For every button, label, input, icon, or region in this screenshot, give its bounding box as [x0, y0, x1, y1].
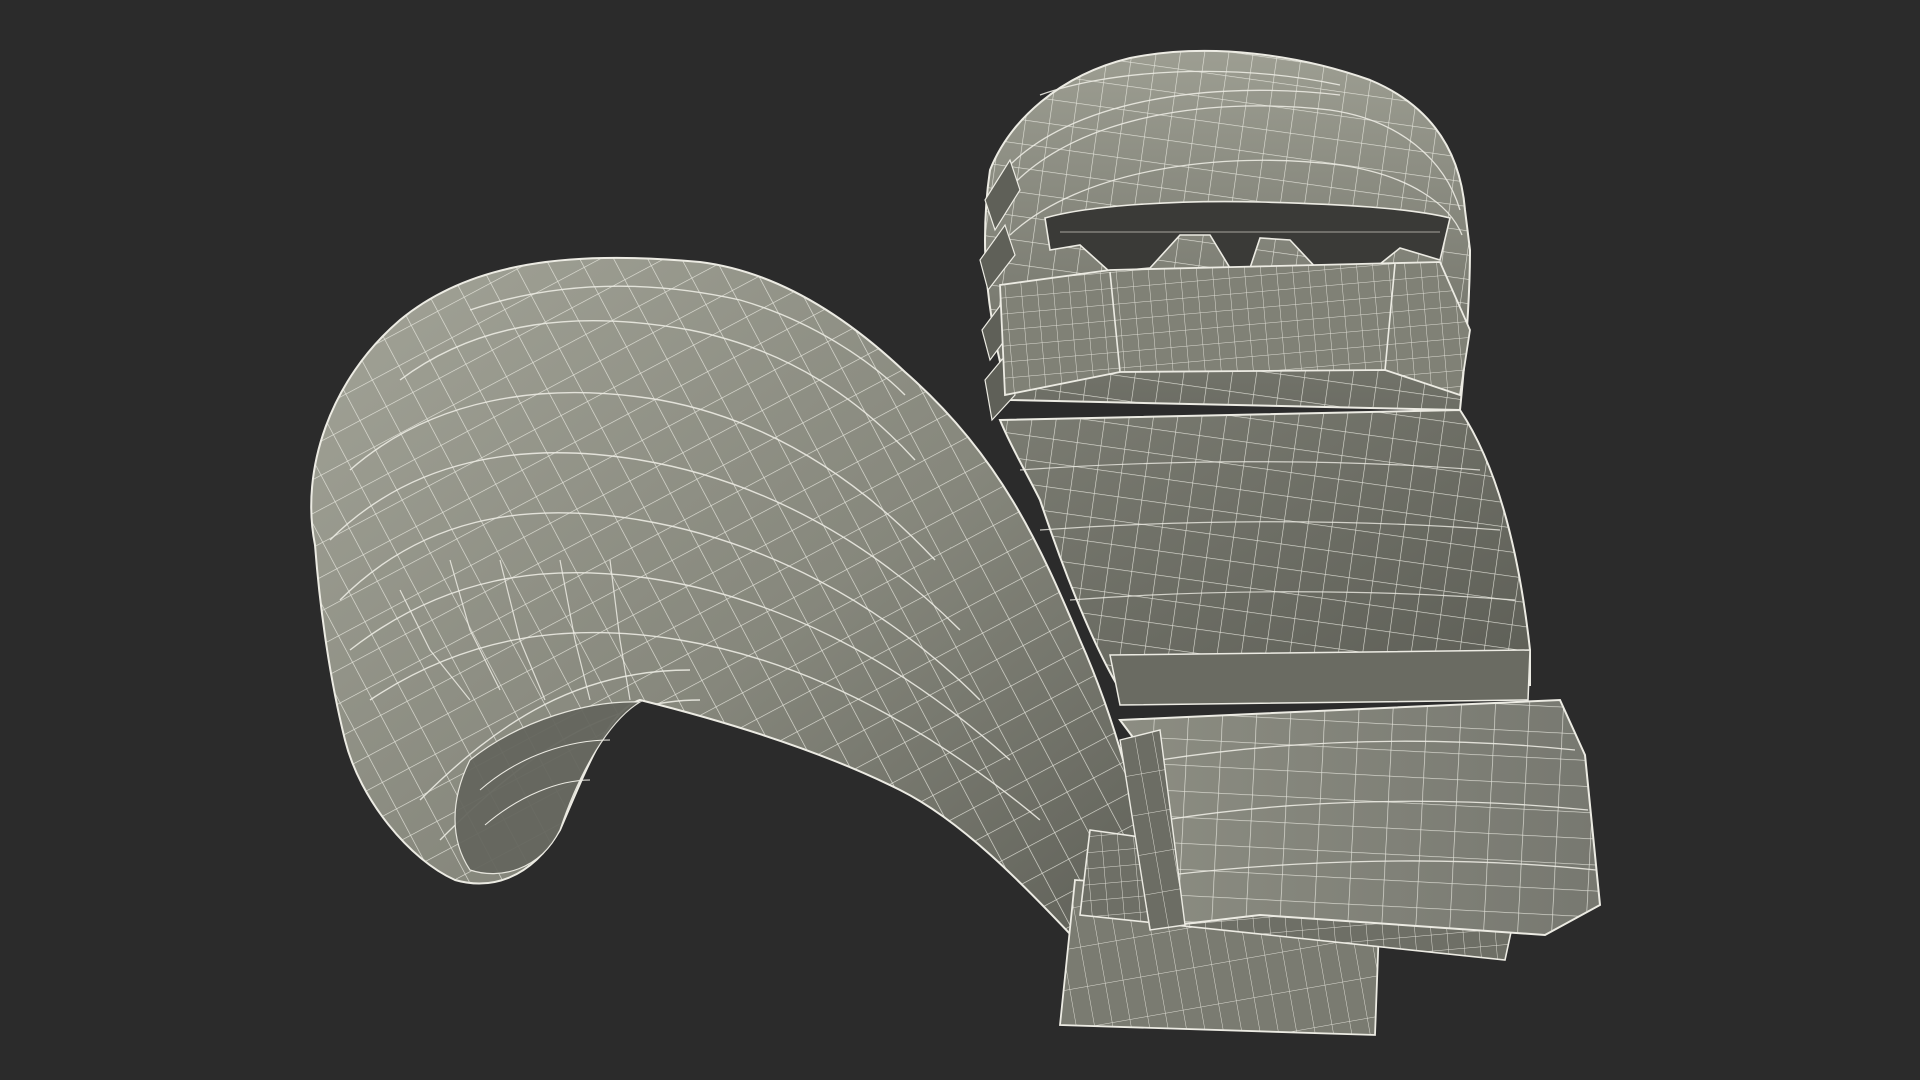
model-wrist-strap	[1118, 698, 1602, 937]
render-viewport	[0, 0, 1920, 1080]
wireframe-render	[310, 49, 1602, 1036]
